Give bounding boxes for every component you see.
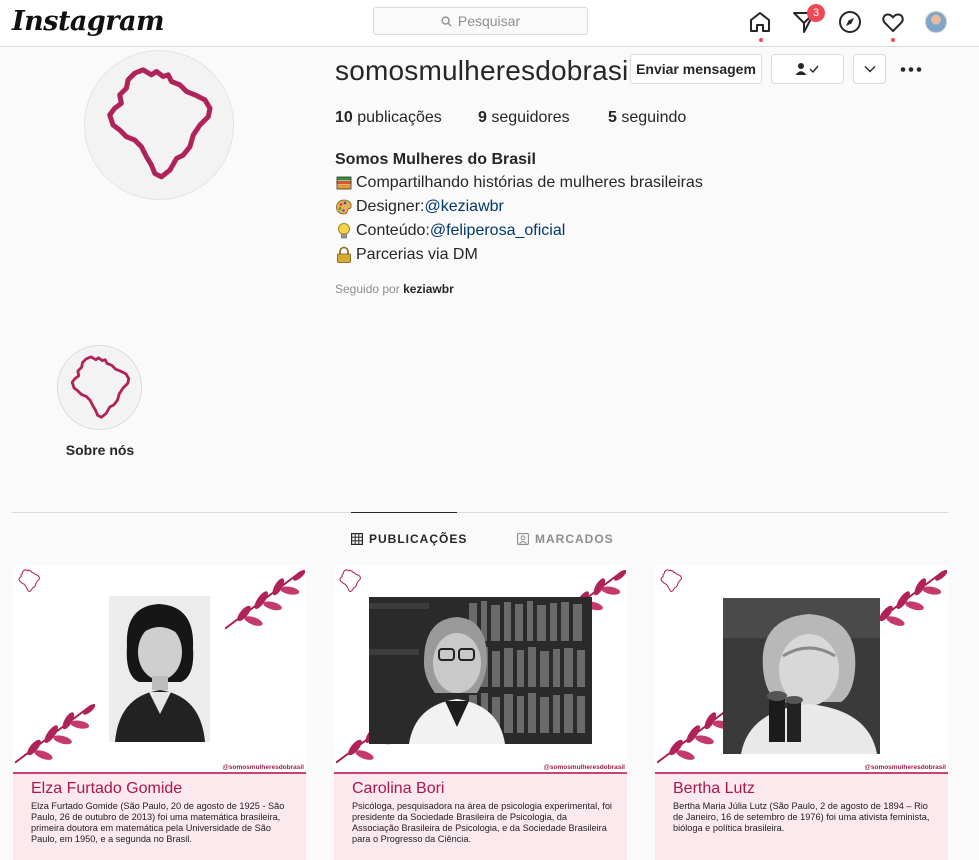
active-tab-indicator [351, 512, 457, 513]
profile-picture[interactable] [84, 50, 234, 200]
books-emoji-icon [336, 176, 352, 190]
portrait-photo [723, 598, 880, 754]
bio-line-designer: Designer: @keziawbr [335, 198, 504, 216]
bio-line-partnerships: Parcerias via DM [335, 246, 478, 264]
padlock-emoji-icon [337, 246, 351, 263]
followed-by-user: keziawbr [403, 282, 454, 296]
bio-line-content: Conteúdo: @feliperosa_oficial [335, 222, 565, 240]
highlight-label: Sobre nós [65, 442, 135, 458]
palette-emoji-icon [336, 199, 352, 215]
brazil-map-icon [660, 569, 682, 593]
search-icon [441, 15, 452, 27]
tab-tagged-label: MARCADOS [535, 532, 614, 546]
following-button[interactable] [771, 54, 844, 84]
bio-line-books: Compartilhando histórias de mulheres bra… [335, 174, 703, 192]
brazil-map-icon [70, 354, 130, 419]
search-placeholder: Pesquisar [457, 13, 521, 29]
activity-heart-icon[interactable] [878, 7, 908, 37]
post-description: Bertha Maria Júlia Lutz (São Paulo, 2 de… [673, 801, 930, 833]
followers-label: seguidores [491, 109, 570, 126]
bio-text-4: Parcerias via DM [356, 246, 478, 263]
following-count: 5 [608, 109, 617, 126]
posts-count: 10 [335, 109, 353, 126]
following-label: seguindo [621, 109, 687, 126]
post-tile[interactable]: @somosmulheresdobrasil Carolina Bori Psi… [334, 566, 627, 860]
search-box[interactable]: Pesquisar [373, 7, 588, 35]
portrait-photo [369, 597, 592, 744]
post-woman-name: Elza Furtado Gomide [31, 780, 183, 797]
brazil-map-icon [339, 569, 361, 593]
post-description: Psicóloga, pesquisadora na área de psico… [352, 801, 612, 844]
bio-content-label: Conteúdo: [356, 222, 430, 239]
story-highlight[interactable] [57, 345, 142, 430]
post-woman-name: Carolina Bori [352, 780, 445, 797]
light-bulb-emoji-icon [338, 223, 350, 239]
post-handle: @somosmulheresdobrasil [864, 764, 946, 771]
bio-designer-label: Designer: [356, 198, 425, 215]
top-navigation-bar: Instagram Pesquisar 3 [0, 0, 979, 47]
home-activity-dot [759, 38, 763, 42]
profile-username: somosmulheresdobrasil [335, 55, 635, 86]
more-options-icon[interactable] [896, 58, 926, 80]
send-message-button[interactable]: Enviar mensagem [630, 54, 762, 84]
notification-badge: 3 [807, 4, 825, 22]
tabs-divider [12, 512, 948, 513]
highlight-cover [61, 349, 138, 426]
profile-full-name: Somos Mulheres do Brasil [335, 151, 536, 168]
post-tile[interactable]: @somosmulheresdobrasil Bertha Lutz Berth… [655, 566, 948, 860]
portrait-photo [109, 596, 210, 742]
posts-count-stat: 10 publicações [335, 109, 442, 127]
suggested-accounts-button[interactable] [853, 54, 886, 84]
following-stat[interactable]: 5 seguindo [608, 109, 686, 127]
tab-posts-label: PUBLICAÇÕES [369, 532, 468, 546]
activity-dot [891, 38, 895, 42]
post-description: Elza Furtado Gomide (São Paulo, 20 de ag… [31, 801, 285, 844]
user-check-icon [795, 63, 819, 75]
designer-mention-link[interactable]: @keziawbr [424, 198, 503, 216]
followed-by-label: Seguido por [335, 282, 404, 296]
instagram-logo[interactable]: Instagram [12, 6, 165, 37]
brazil-map-logo [103, 63, 215, 187]
tab-posts[interactable]: PUBLICAÇÕES [351, 532, 467, 546]
post-handle: @somosmulheresdobrasil [543, 764, 625, 771]
followers-stat[interactable]: 9 seguidores [478, 109, 570, 127]
tagged-user-icon [517, 533, 529, 545]
chevron-down-icon [864, 66, 875, 73]
bio-text-1: Compartilhando histórias de mulheres bra… [356, 174, 703, 191]
posts-label: publicações [357, 109, 442, 126]
content-mention-link[interactable]: @feliperosa_oficial [430, 222, 565, 240]
explore-compass-icon[interactable] [835, 7, 865, 37]
post-handle: @somosmulheresdobrasil [222, 764, 304, 771]
post-woman-name: Bertha Lutz [673, 780, 755, 797]
post-tile[interactable]: @somosmulheresdobrasil Elza Furtado Gomi… [13, 566, 306, 860]
leaf-branch-icon [225, 570, 305, 630]
home-icon[interactable] [745, 7, 775, 37]
profile-avatar-nav[interactable] [921, 7, 951, 37]
tab-tagged[interactable]: MARCADOS [517, 532, 614, 546]
followed-by[interactable]: Seguido por keziawbr [335, 282, 454, 296]
brazil-map-icon [18, 569, 40, 593]
avatar [925, 11, 947, 33]
followers-count: 9 [478, 109, 487, 126]
leaf-branch-icon [15, 704, 95, 764]
grid-icon [351, 533, 363, 545]
